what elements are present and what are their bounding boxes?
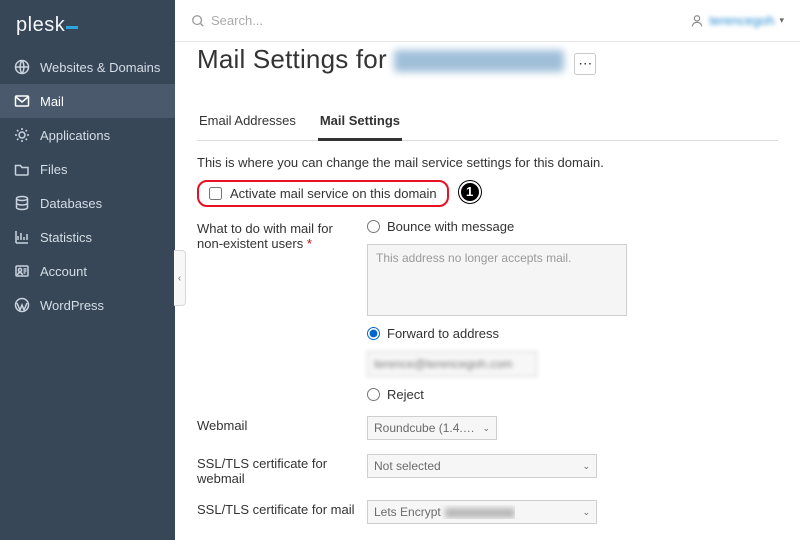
mail-settings-form: What to do with mail for non-existent us… <box>197 219 778 540</box>
brand-accent <box>66 26 78 29</box>
sidebar-item-label: Files <box>40 162 67 177</box>
search-input[interactable] <box>211 13 411 28</box>
forward-radio[interactable] <box>367 327 380 340</box>
sidebar-item-wordpress[interactable]: WordPress <box>0 288 175 322</box>
app-root: plesk Websites & Domains Mail Applicatio… <box>0 0 800 540</box>
caret-down-icon: ⌄ <box>582 461 590 472</box>
page-title-domain-blurred <box>394 50 564 72</box>
sidebar-item-label: Mail <box>40 94 64 109</box>
cert-webmail-select[interactable]: Not selected ⌄ <box>367 454 597 478</box>
activate-mail-wrapper[interactable]: Activate mail service on this domain <box>197 180 449 207</box>
page-actions-button[interactable]: ⋯ <box>574 53 596 75</box>
forward-label: Forward to address <box>387 326 499 341</box>
username: terencegoh <box>709 13 774 28</box>
sidebar-item-label: Applications <box>40 128 110 143</box>
sidebar-nav: Websites & Domains Mail Applications Fil… <box>0 50 175 322</box>
brand-logo: plesk <box>0 0 175 50</box>
nonexistent-label-text: What to do with mail for non-existent us… <box>197 221 333 251</box>
sidebar-item-label: Databases <box>40 196 102 211</box>
cert-webmail-label: SSL/TLS certificate for webmail <box>197 454 357 486</box>
sidebar-item-label: Websites & Domains <box>40 60 160 75</box>
tab-email-addresses[interactable]: Email Addresses <box>197 107 298 140</box>
nonexistent-options: Bounce with message This address no long… <box>367 219 778 402</box>
page-title-prefix: Mail Settings for <box>197 44 387 74</box>
sidebar-item-mail[interactable]: Mail <box>0 84 175 118</box>
wordpress-icon <box>14 297 30 313</box>
nonexistent-label: What to do with mail for non-existent us… <box>197 219 357 251</box>
webmail-value: Roundcube (1.4.11) <box>374 421 476 435</box>
sidebar-item-databases[interactable]: Databases <box>0 186 175 220</box>
cert-mail-value: Lets Encrypt <box>374 505 515 519</box>
activate-mail-label: Activate mail service on this domain <box>230 186 437 201</box>
gear-icon <box>14 127 30 143</box>
cert-webmail-select-wrap: Not selected ⌄ <box>367 454 778 478</box>
topbar: terencegoh ▾ <box>175 0 800 42</box>
content: Mail Settings for ⋯ Email Addresses Mail… <box>175 42 800 540</box>
cert-webmail-value: Not selected <box>374 459 441 473</box>
account-icon <box>14 263 30 279</box>
forward-option[interactable]: Forward to address <box>367 326 778 341</box>
database-icon <box>14 195 30 211</box>
activate-row: Activate mail service on this domain 1 <box>197 180 778 207</box>
callout-1: 1 <box>459 181 481 203</box>
webmail-select-wrap: Roundcube (1.4.11) ⌄ <box>367 416 778 440</box>
brand-text: plesk <box>16 14 65 36</box>
caret-down-icon: ▾ <box>779 15 784 26</box>
search-icon <box>191 14 205 28</box>
webmail-select[interactable]: Roundcube (1.4.11) ⌄ <box>367 416 497 440</box>
sidebar-item-label: Account <box>40 264 87 279</box>
forward-address-input[interactable] <box>367 351 537 377</box>
sidebar-item-account[interactable]: Account <box>0 254 175 288</box>
reject-label: Reject <box>387 387 424 402</box>
sidebar: plesk Websites & Domains Mail Applicatio… <box>0 0 175 540</box>
required-asterisk: * <box>307 236 312 251</box>
cert-mail-value-prefix: Lets Encrypt <box>374 505 441 519</box>
tab-mail-settings[interactable]: Mail Settings <box>318 107 402 141</box>
stats-icon <box>14 229 30 245</box>
intro-text: This is where you can change the mail se… <box>197 155 778 170</box>
mail-icon <box>14 93 30 109</box>
user-icon <box>690 14 704 28</box>
heading-row: Mail Settings for ⋯ <box>197 44 778 75</box>
sidebar-item-files[interactable]: Files <box>0 152 175 186</box>
sidebar-item-statistics[interactable]: Statistics <box>0 220 175 254</box>
user-menu[interactable]: terencegoh ▾ <box>690 13 784 28</box>
bounce-message[interactable]: This address no longer accepts mail. <box>367 244 627 316</box>
search-wrap <box>191 13 680 28</box>
cert-mail-select[interactable]: Lets Encrypt ⌄ <box>367 500 597 524</box>
caret-down-icon: ⌄ <box>482 423 490 434</box>
reject-option[interactable]: Reject <box>367 387 778 402</box>
activate-mail-checkbox[interactable] <box>209 187 222 200</box>
folder-icon <box>14 161 30 177</box>
main-column: terencegoh ▾ ‹ Mail Settings for ⋯ Email… <box>175 0 800 540</box>
cert-mail-select-wrap: Lets Encrypt ⌄ <box>367 500 778 524</box>
webmail-label: Webmail <box>197 416 357 433</box>
sidebar-item-label: Statistics <box>40 230 92 245</box>
tabs: Email Addresses Mail Settings <box>197 107 778 141</box>
caret-down-icon: ⌄ <box>582 507 590 518</box>
cert-mail-label: SSL/TLS certificate for mail <box>197 500 357 517</box>
sidebar-item-label: WordPress <box>40 298 104 313</box>
reject-radio[interactable] <box>367 388 380 401</box>
sidebar-item-websites[interactable]: Websites & Domains <box>0 50 175 84</box>
sidebar-item-applications[interactable]: Applications <box>0 118 175 152</box>
globe-icon <box>14 59 30 75</box>
bounce-radio[interactable] <box>367 220 380 233</box>
bounce-label: Bounce with message <box>387 219 514 234</box>
bounce-option[interactable]: Bounce with message <box>367 219 778 234</box>
cert-mail-value-blurred <box>445 508 515 518</box>
page-title: Mail Settings for <box>197 44 564 75</box>
